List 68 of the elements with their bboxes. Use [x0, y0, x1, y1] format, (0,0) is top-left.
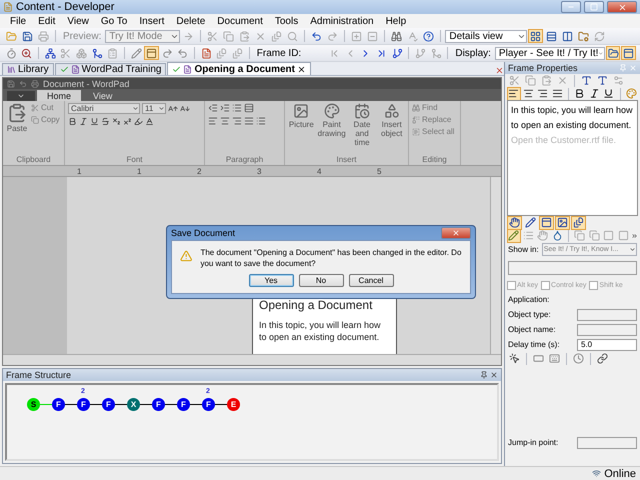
- field-label: Jump-in point:: [508, 438, 558, 447]
- menu-item[interactable]: View: [67, 16, 89, 26]
- font-size-dropdown[interactable]: 11: [142, 103, 166, 114]
- document-tab[interactable]: WordPad Training: [54, 63, 166, 75]
- window-title: Content - Developer: [16, 1, 116, 13]
- hint-text: Open the Customer.rtf file.: [511, 134, 618, 147]
- ruler-number: 1: [77, 166, 82, 176]
- group-label: Clipboard: [15, 155, 52, 165]
- wordpad-title: Document - WordPad: [43, 78, 130, 88]
- menu-item[interactable]: Document: [217, 16, 263, 26]
- insert-button[interactable]: Date and time: [348, 120, 376, 147]
- insert-button[interactable]: Picture: [288, 120, 314, 129]
- ruler-number: 3: [257, 166, 262, 176]
- show-in-label: Show in:: [508, 245, 539, 254]
- frame-id-label: Frame ID:: [256, 48, 302, 58]
- frame-text-field[interactable]: In this topic, you will learn how to open an existing document. Open the Customer.rtf file.: [507, 100, 638, 216]
- paste-button[interactable]: Paste: [6, 124, 28, 133]
- insert-button[interactable]: Insert object: [378, 120, 406, 138]
- display-label: Display:: [454, 48, 492, 58]
- view-mode-dropdown[interactable]: Details view: [445, 30, 528, 42]
- dialog-message: The document "Opening a Document" has been changed in the editor. Do you want to save the document?: [200, 247, 462, 269]
- group-label: Insert: [335, 155, 358, 165]
- status-text: Online: [604, 468, 636, 480]
- field-label: Delay time (s):: [508, 340, 560, 349]
- document-heading: Opening a Document: [259, 298, 374, 312]
- ribbon-tab[interactable]: Home: [37, 90, 82, 101]
- menu-item[interactable]: File: [10, 16, 26, 26]
- dialog-button[interactable]: Yes: [248, 274, 294, 287]
- dialog-title: Save Document: [171, 228, 236, 238]
- ruler-number: 5: [377, 166, 382, 176]
- group-label: Font: [125, 155, 144, 165]
- ribbon-tab[interactable]: View: [83, 90, 122, 101]
- menu-item[interactable]: Help: [386, 16, 406, 26]
- menu-item[interactable]: Edit: [38, 16, 56, 26]
- field-label: Application:: [508, 295, 550, 304]
- menu-item[interactable]: Insert: [139, 16, 164, 26]
- preview-mode-dropdown[interactable]: Try It! Mode: [105, 30, 180, 42]
- panel-title: Frame Structure: [6, 370, 72, 380]
- preview-label: Preview:: [62, 30, 102, 42]
- field-label: Object type:: [508, 310, 551, 319]
- dialog-button[interactable]: Cancel: [348, 274, 394, 287]
- group-label: Paragraph: [224, 155, 264, 165]
- ruler-number: 1: [137, 166, 142, 176]
- group-label: Editing: [421, 155, 448, 165]
- menu-item[interactable]: Tools: [274, 16, 298, 26]
- frame-node[interactable]: S: [27, 398, 40, 411]
- field-label: Object name:: [508, 325, 556, 334]
- document-tab[interactable]: Library: [2, 63, 54, 75]
- dialog-button[interactable]: No: [298, 274, 344, 287]
- document-tab[interactable]: Opening a Document: [167, 62, 311, 75]
- frame-node[interactable]: X: [127, 398, 140, 411]
- frame-node[interactable]: E: [227, 398, 240, 411]
- frame-node[interactable]: F: [102, 398, 115, 411]
- frame-text: In this topic, you will learn how to open an existing document.: [511, 104, 634, 132]
- menu-item[interactable]: Delete: [176, 16, 206, 26]
- menu-item[interactable]: Go To: [100, 16, 128, 26]
- panel-title: Frame Properties: [508, 63, 578, 73]
- menu-item[interactable]: Administration: [310, 16, 374, 26]
- display-dropdown[interactable]: Player - See It! / Try It!: [494, 46, 605, 60]
- frame-node[interactable]: F: [52, 398, 65, 411]
- insert-button[interactable]: Paint drawing: [318, 120, 346, 138]
- frame-node[interactable]: F: [152, 398, 165, 411]
- ruler-number: 2: [197, 166, 202, 176]
- input-field[interactable]: 5.0: [577, 338, 637, 350]
- ruler-number: 4: [317, 166, 322, 176]
- frame-node[interactable]: F: [177, 398, 190, 411]
- document-text: In this topic, you will learn how to open an existing document.: [259, 319, 382, 343]
- font-name-dropdown[interactable]: Calibri: [68, 103, 140, 114]
